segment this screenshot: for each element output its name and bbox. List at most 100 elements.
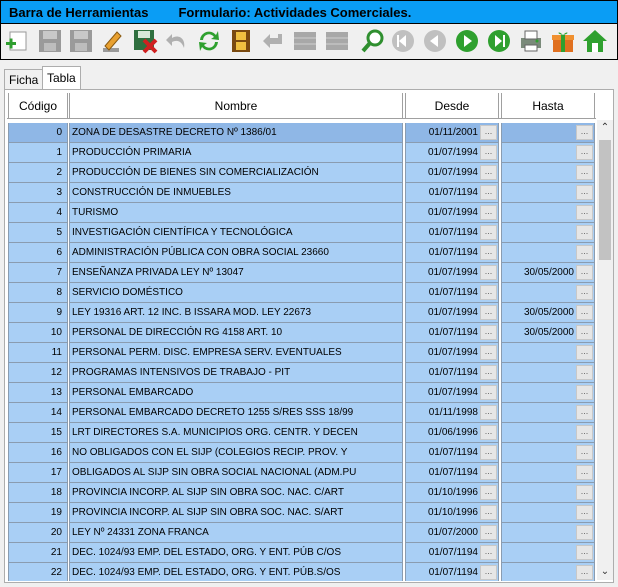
cell-hasta[interactable]: ... (501, 503, 595, 523)
table-row[interactable]: 0 ZONA DE DESASTRE DECRETO Nº 1386/01 01/1… (7, 123, 596, 143)
cell-desde[interactable]: 01/06/1996... (405, 423, 499, 443)
first-record-button[interactable] (389, 27, 417, 55)
cell-name[interactable]: DEC. 1024/93 EMP. DEL ESTADO, ORG. Y ENT… (69, 563, 403, 581)
hasta-picker-button[interactable]: ... (576, 385, 593, 400)
cell-code[interactable]: 11 (8, 343, 68, 363)
cell-desde[interactable]: 01/07/1194... (405, 223, 499, 243)
cell-hasta[interactable]: 30/05/2000... (501, 303, 595, 323)
cell-name[interactable]: ZONA DE DESASTRE DECRETO Nº 1386/01 (69, 123, 403, 143)
cell-hasta[interactable]: ... (501, 463, 595, 483)
cell-name[interactable]: INVESTIGACIÓN CIENTÍFICA Y TECNOLÓGICA (69, 223, 403, 243)
header-nombre[interactable]: Nombre (69, 93, 403, 119)
cell-name[interactable]: PERSONAL PERM. DISC. EMPRESA SERV. EVENT… (69, 343, 403, 363)
cell-hasta[interactable]: ... (501, 403, 595, 423)
cell-desde[interactable]: 01/07/1194... (405, 363, 499, 383)
gift-button[interactable] (549, 27, 577, 55)
cell-name[interactable]: PERSONAL EMBARCADO (69, 383, 403, 403)
edit-button[interactable] (98, 27, 126, 55)
cell-code[interactable]: 1 (8, 143, 68, 163)
hasta-picker-button[interactable]: ... (576, 485, 593, 500)
table-row[interactable]: 18 PROVINCIA INCORP. AL SIJP SIN OBRA SOC… (7, 483, 596, 503)
scroll-down-icon[interactable]: ⌄ (597, 564, 613, 580)
print-button[interactable] (517, 27, 545, 55)
cell-hasta[interactable]: ... (501, 343, 595, 363)
cell-desde[interactable]: 01/07/1194... (405, 323, 499, 343)
cell-hasta[interactable]: ... (501, 123, 595, 143)
hasta-picker-button[interactable]: ... (576, 185, 593, 200)
cell-code[interactable]: 14 (8, 403, 68, 423)
table-row[interactable]: 6 ADMINISTRACIÓN PÚBLICA CON OBRA SOCIAL … (7, 243, 596, 263)
next-record-button[interactable] (453, 27, 481, 55)
cell-code[interactable]: 10 (8, 323, 68, 343)
cell-code[interactable]: 17 (8, 463, 68, 483)
table-row[interactable]: 15 LRT DIRECTORES S.A. MUNICIPIOS ORG. CE… (7, 423, 596, 443)
hasta-picker-button[interactable]: ... (576, 445, 593, 460)
hasta-picker-button[interactable]: ... (576, 245, 593, 260)
header-desde[interactable]: Desde (405, 93, 499, 119)
desde-picker-button[interactable]: ... (480, 205, 497, 220)
table-row[interactable]: 11 PERSONAL PERM. DISC. EMPRESA SERV. EVE… (7, 343, 596, 363)
cell-hasta[interactable]: ... (501, 523, 595, 543)
cell-desde[interactable]: 01/07/1994... (405, 163, 499, 183)
cell-desde[interactable]: 01/11/1998... (405, 403, 499, 423)
cell-desde[interactable]: 01/07/1194... (405, 243, 499, 263)
table-row[interactable]: 14 PERSONAL EMBARCADO DECRETO 1255 S/RES … (7, 403, 596, 423)
cell-desde[interactable]: 01/07/1194... (405, 563, 499, 581)
cell-name[interactable]: PRODUCCIÓN DE BIENES SIN COMERCIALIZACIÓ… (69, 163, 403, 183)
table-row[interactable]: 4 TURISMO 01/07/1994...... (7, 203, 596, 223)
cell-hasta[interactable]: ... (501, 443, 595, 463)
table-row[interactable]: 10 PERSONAL DE DIRECCIÓN RG 4158 ART. 10 0… (7, 323, 596, 343)
desde-picker-button[interactable]: ... (480, 165, 497, 180)
cell-hasta[interactable]: ... (501, 483, 595, 503)
hasta-picker-button[interactable]: ... (576, 425, 593, 440)
undo-button[interactable] (163, 27, 191, 55)
table-row[interactable]: 17 OBLIGADOS AL SIJP SIN OBRA SOCIAL NACI… (7, 463, 596, 483)
table-row[interactable]: 9 LEY 19316 ART. 12 INC. B ISSARA MOD. LE… (7, 303, 596, 323)
cell-name[interactable]: LRT DIRECTORES S.A. MUNICIPIOS ORG. CENT… (69, 423, 403, 443)
cell-desde[interactable]: 01/10/1996... (405, 503, 499, 523)
cell-code[interactable]: 19 (8, 503, 68, 523)
desde-picker-button[interactable]: ... (480, 385, 497, 400)
home-button[interactable] (581, 27, 609, 55)
cell-name[interactable]: LEY Nº 24331 ZONA FRANCA (69, 523, 403, 543)
prev-record-button[interactable] (421, 27, 449, 55)
desde-picker-button[interactable]: ... (480, 425, 497, 440)
table-row[interactable]: 16 NO OBLIGADOS CON EL SIJP (COLEGIOS REC… (7, 443, 596, 463)
desde-picker-button[interactable]: ... (480, 545, 497, 560)
cell-code[interactable]: 21 (8, 543, 68, 563)
desde-picker-button[interactable]: ... (480, 325, 497, 340)
cell-name[interactable]: ADMINISTRACIÓN PÚBLICA CON OBRA SOCIAL 2… (69, 243, 403, 263)
desde-picker-button[interactable]: ... (480, 125, 497, 140)
delete-button[interactable] (131, 27, 159, 55)
cell-code[interactable]: 4 (8, 203, 68, 223)
hasta-picker-button[interactable]: ... (576, 525, 593, 540)
cell-name[interactable]: TURISMO (69, 203, 403, 223)
cell-code[interactable]: 0 (8, 123, 68, 143)
cell-name[interactable]: DEC. 1024/93 EMP. DEL ESTADO, ORG. Y ENT… (69, 543, 403, 563)
cell-name[interactable]: PROVINCIA INCORP. AL SIJP SIN OBRA SOC. … (69, 483, 403, 503)
table-row[interactable]: 7 ENSEÑANZA PRIVADA LEY Nº 13047 01/07/199… (7, 263, 596, 283)
table-row[interactable]: 8 SERVICIO DOMÉSTICO 01/07/1194...... (7, 283, 596, 303)
cell-code[interactable]: 6 (8, 243, 68, 263)
desde-picker-button[interactable]: ... (480, 185, 497, 200)
cell-code[interactable]: 7 (8, 263, 68, 283)
cell-desde[interactable]: 01/07/1194... (405, 463, 499, 483)
hasta-picker-button[interactable]: ... (576, 505, 593, 520)
cell-name[interactable]: PROVINCIA INCORP. AL SIJP SIN OBRA SOC. … (69, 503, 403, 523)
grid-alt-button[interactable] (323, 27, 351, 55)
hasta-picker-button[interactable]: ... (576, 465, 593, 480)
desde-picker-button[interactable]: ... (480, 505, 497, 520)
table-row[interactable]: 21 DEC. 1024/93 EMP. DEL ESTADO, ORG. Y E… (7, 543, 596, 563)
desde-picker-button[interactable]: ... (480, 525, 497, 540)
cell-name[interactable]: PRODUCCIÓN PRIMARIA (69, 143, 403, 163)
cell-desde[interactable]: 01/07/1994... (405, 383, 499, 403)
table-row[interactable]: 13 PERSONAL EMBARCADO 01/07/1994...... (7, 383, 596, 403)
hasta-picker-button[interactable]: ... (576, 225, 593, 240)
header-codigo[interactable]: Código (8, 93, 68, 119)
cell-code[interactable]: 8 (8, 283, 68, 303)
cell-desde[interactable]: 01/07/1994... (405, 343, 499, 363)
cell-code[interactable]: 18 (8, 483, 68, 503)
cell-hasta[interactable]: 30/05/2000... (501, 263, 595, 283)
film-button[interactable] (227, 27, 255, 55)
desde-picker-button[interactable]: ... (480, 565, 497, 580)
